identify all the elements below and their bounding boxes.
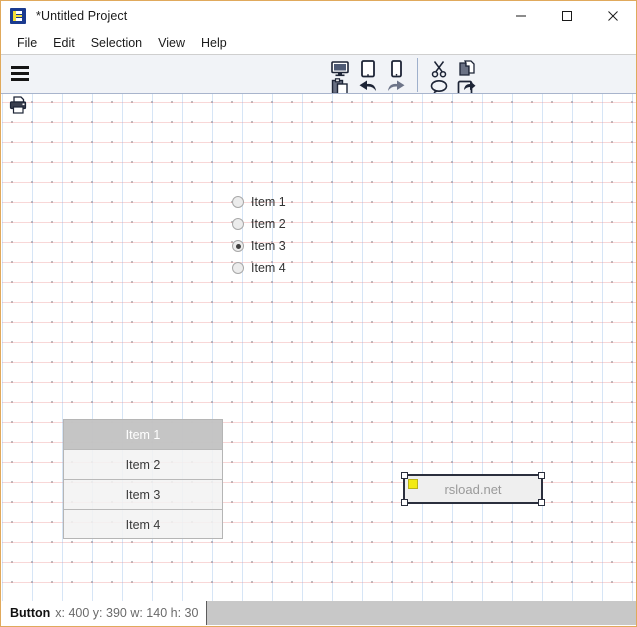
selected-button-widget[interactable]: rsload.net [401, 472, 545, 506]
radio-indicator-selected[interactable] [232, 240, 244, 252]
desktop-icon[interactable] [328, 59, 352, 79]
radio-label: Item 3 [251, 239, 286, 253]
undo-icon[interactable] [356, 77, 380, 93]
button-label: rsload.net [444, 481, 502, 497]
toolbar [1, 55, 636, 94]
tablet-icon[interactable] [356, 59, 380, 79]
resize-handle-top-left[interactable] [401, 472, 408, 479]
radio-option-3[interactable]: Item 3 [232, 235, 286, 257]
toolbar-column-1 [326, 57, 354, 93]
hamburger-menu-icon[interactable] [9, 63, 31, 83]
list-widget[interactable]: Item 1 Item 2 Item 3 Item 4 [63, 419, 223, 539]
cut-scissors-icon[interactable] [427, 59, 451, 79]
menu-item-edit[interactable]: Edit [45, 34, 83, 52]
phone-icon[interactable] [384, 59, 408, 79]
design-canvas[interactable]: Item 1 Item 2 Item 3 Item 4 Item 1 Item … [2, 94, 636, 603]
radio-indicator[interactable] [232, 218, 244, 230]
close-icon[interactable] [590, 1, 636, 31]
toolbar-icon-grid [326, 57, 481, 93]
toolbar-column-4 [425, 57, 453, 93]
status-geometry: x: 400 y: 390 w: 140 h: 30 [55, 606, 199, 620]
radio-label: Item 1 [251, 195, 286, 209]
toolbar-separator [417, 58, 418, 92]
list-item[interactable]: Item 3 [64, 480, 222, 510]
status-panel: Button x: 400 y: 390 w: 140 h: 30 [2, 601, 208, 625]
status-bar: Button x: 400 y: 390 w: 140 h: 30 [2, 601, 636, 625]
comment-bubble-icon[interactable] [427, 77, 451, 93]
resize-handle-top-right[interactable] [538, 472, 545, 479]
radio-label: Item 2 [251, 217, 286, 231]
resize-handle-bottom-right[interactable] [538, 499, 545, 506]
printer-icon[interactable] [9, 96, 29, 119]
status-element-type: Button [10, 606, 51, 620]
list-item[interactable]: Item 4 [64, 510, 222, 540]
radio-button-group[interactable]: Item 1 Item 2 Item 3 Item 4 [232, 191, 286, 279]
window-controls [498, 1, 636, 31]
toolbar-column-3 [382, 57, 410, 93]
resize-handle-bottom-left[interactable] [401, 499, 408, 506]
menu-item-view[interactable]: View [150, 34, 193, 52]
radio-option-4[interactable]: Item 4 [232, 257, 286, 279]
anchor-handle[interactable] [408, 479, 418, 489]
menu-item-selection[interactable]: Selection [83, 34, 150, 52]
app-window: *Untitled Project File Edit Selection Vi… [0, 0, 637, 627]
toolbar-column-2 [354, 57, 382, 93]
maximize-icon[interactable] [544, 1, 590, 31]
radio-option-1[interactable]: Item 1 [232, 191, 286, 213]
radio-indicator[interactable] [232, 196, 244, 208]
app-logo-icon [10, 8, 26, 24]
menu-item-file[interactable]: File [9, 34, 45, 52]
title-bar: *Untitled Project [1, 1, 636, 31]
copy-icon[interactable] [455, 59, 479, 79]
paste-icon[interactable] [328, 77, 352, 93]
window-title: *Untitled Project [36, 9, 128, 23]
radio-option-2[interactable]: Item 2 [232, 213, 286, 235]
radio-label: Item 4 [251, 261, 286, 275]
minimize-icon[interactable] [498, 1, 544, 31]
menu-item-help[interactable]: Help [193, 34, 235, 52]
radio-indicator[interactable] [232, 262, 244, 274]
list-item[interactable]: Item 1 [64, 420, 222, 450]
menu-bar: File Edit Selection View Help [1, 31, 636, 55]
list-item[interactable]: Item 2 [64, 450, 222, 480]
redo-icon[interactable] [384, 77, 408, 93]
toolbar-column-5 [453, 57, 481, 93]
share-export-icon[interactable] [455, 77, 479, 93]
